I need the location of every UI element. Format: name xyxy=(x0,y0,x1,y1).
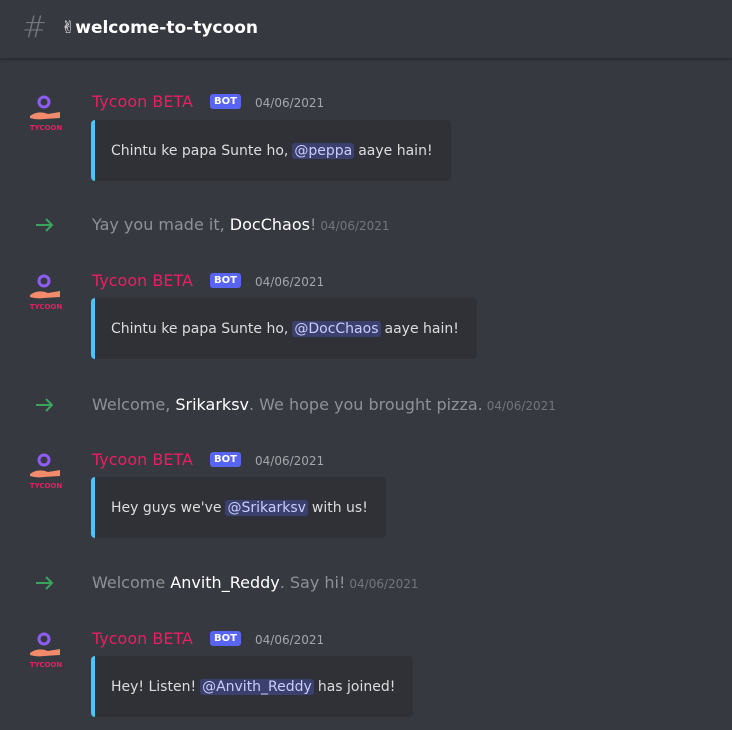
embed-text: Hey guys we've xyxy=(111,499,222,516)
message-embed: Hey guys we've @Srikarksv with us! xyxy=(91,477,386,538)
embed-text: aaye hain! xyxy=(358,142,433,159)
joined-username[interactable]: Anvith_Reddy xyxy=(170,573,279,592)
join-text: Welcome Anvith_Reddy. Say hi! 04/06/2021 xyxy=(92,573,419,592)
message-timestamp[interactable]: 04/06/2021 xyxy=(255,630,324,650)
join-text: Yay you made it, DocChaos! 04/06/2021 xyxy=(92,215,390,234)
bot-badge: BOT xyxy=(210,631,241,646)
embed-text: with us! xyxy=(311,499,368,516)
message-embed: Hey! Listen! @Anvith_Reddy has joined! xyxy=(91,656,414,717)
message-embed: Chintu ke papa Sunte ho, @DocChaos aaye … xyxy=(91,298,477,359)
join-message: Yay you made it, DocChaos! 04/06/2021 xyxy=(0,214,732,236)
join-message: Welcome, Srikarksv. We hope you brought … xyxy=(0,394,732,416)
join-timestamp[interactable]: 04/06/2021 xyxy=(487,399,556,413)
user-mention[interactable]: @peppa xyxy=(292,142,355,159)
join-message: Welcome Anvith_Reddy. Say hi! 04/06/2021 xyxy=(0,572,732,594)
message-timestamp[interactable]: 04/06/2021 xyxy=(255,93,324,113)
author-name[interactable]: Tycoon BETA xyxy=(92,92,193,112)
user-mention[interactable]: @DocChaos xyxy=(292,320,381,337)
hashtag-icon: # xyxy=(22,10,48,45)
embed-text: aaye hain! xyxy=(384,320,459,337)
arrow-right-icon xyxy=(36,218,54,232)
embed-text: Hey! Listen! xyxy=(111,678,197,695)
tycoon-avatar-icon[interactable]: TYCOON xyxy=(24,629,68,673)
author-name[interactable]: Tycoon BETA xyxy=(92,271,193,291)
avatar-label: TYCOON xyxy=(30,303,63,311)
embed-text: has joined! xyxy=(317,678,396,695)
embed-text: Chintu ke papa Sunte ho, xyxy=(111,142,289,159)
message-timestamp[interactable]: 04/06/2021 xyxy=(255,272,324,292)
user-mention[interactable]: @Anvith_Reddy xyxy=(200,678,314,695)
avatar-label: TYCOON xyxy=(30,482,63,490)
arrow-right-icon xyxy=(36,576,54,590)
arrow-right-icon xyxy=(36,398,54,412)
joined-username[interactable]: DocChaos xyxy=(230,215,310,234)
message-timestamp[interactable]: 04/06/2021 xyxy=(255,451,324,471)
join-timestamp[interactable]: 04/06/2021 xyxy=(349,577,418,591)
joined-username[interactable]: Srikarksv xyxy=(175,395,249,414)
avatar-label: TYCOON xyxy=(30,124,63,132)
avatar-label: TYCOON xyxy=(30,661,63,669)
user-mention[interactable]: @Srikarksv xyxy=(225,499,308,516)
join-text: Welcome, Srikarksv. We hope you brought … xyxy=(92,395,556,414)
tycoon-avatar-icon[interactable]: TYCOON xyxy=(24,92,68,136)
channel-name[interactable]: ✌welcome-to-tycoon xyxy=(61,15,258,41)
tycoon-avatar-icon[interactable]: TYCOON xyxy=(24,450,68,494)
join-timestamp[interactable]: 04/06/2021 xyxy=(320,219,389,233)
bot-badge: BOT xyxy=(210,452,241,467)
author-name[interactable]: Tycoon BETA xyxy=(92,629,193,649)
bot-badge: BOT xyxy=(210,94,241,109)
author-name[interactable]: Tycoon BETA xyxy=(92,450,193,470)
tycoon-avatar-icon[interactable]: TYCOON xyxy=(24,271,68,315)
embed-text: Chintu ke papa Sunte ho, xyxy=(111,320,289,337)
channel-header: # ✌welcome-to-tycoon xyxy=(0,0,732,59)
bot-badge: BOT xyxy=(210,273,241,288)
message-embed: Chintu ke papa Sunte ho, @peppa aaye hai… xyxy=(91,120,451,181)
